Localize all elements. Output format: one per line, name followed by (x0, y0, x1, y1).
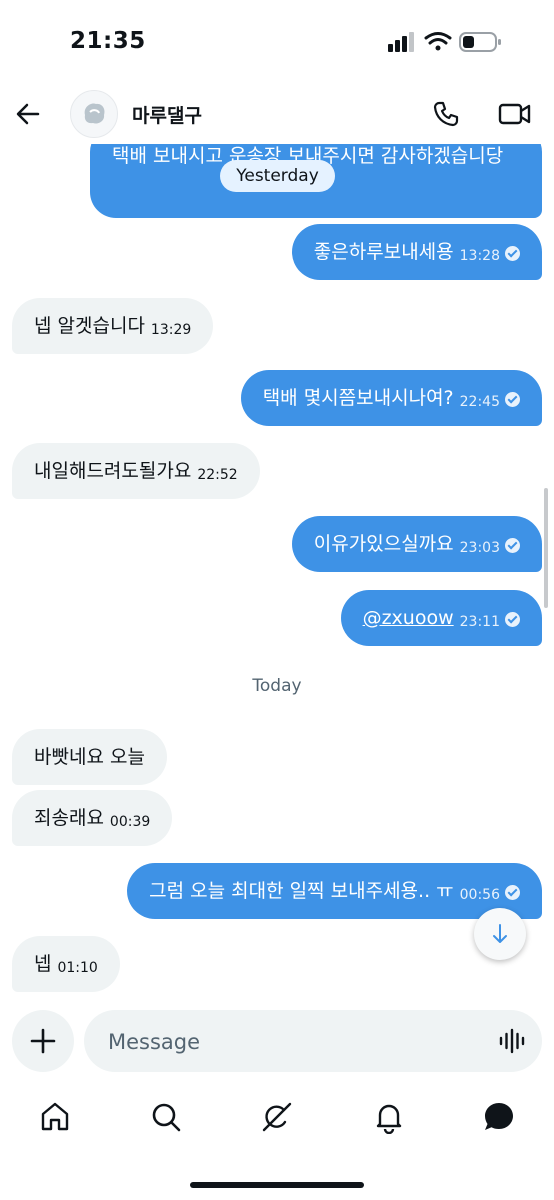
read-check-icon (505, 392, 520, 407)
battery-icon (459, 32, 501, 52)
mention-link[interactable]: @zxuoow (363, 607, 454, 629)
chat-header: 마루댈구 (0, 84, 554, 144)
video-call-icon[interactable] (498, 100, 532, 128)
message-bubble-incoming[interactable]: 죄송래요 00:39 (12, 790, 173, 846)
notifications-icon[interactable] (372, 1100, 406, 1134)
read-check-icon (505, 885, 520, 900)
message-time: 13:29 (150, 322, 192, 338)
grok-icon[interactable] (260, 1100, 294, 1134)
message-bubble-incoming[interactable]: 내일해드려도될가요 22:52 (12, 443, 260, 499)
contact-name[interactable]: 마루댈구 (132, 101, 202, 128)
message-text: 택배 몇시쯤보내시나여? (262, 387, 454, 409)
status-bar: 21:35 (0, 0, 554, 80)
back-arrow-icon[interactable] (14, 100, 42, 128)
home-indicator (0, 1150, 554, 1200)
message-text: 넵 알겟습니다 (34, 315, 145, 337)
message-text: 그럼 오늘 최대한 일찍 보내주세용.. ㅠ (149, 880, 454, 902)
cellular-signal-icon (388, 32, 414, 52)
message-text: 바빳네요 오늘 (34, 746, 145, 768)
message-bubble-outgoing[interactable]: 이유가있으실까요 23:03 (291, 516, 542, 572)
read-check-icon (505, 538, 520, 553)
message-time: 22:45 (459, 394, 500, 410)
message-time: 22:52 (197, 467, 238, 483)
message-list[interactable]: 택배 보내시고 운송장 보내주시면 감사하겠습니당 Yesterday 좋은하루… (0, 144, 554, 1000)
status-time: 21:35 (70, 28, 146, 54)
scrollbar[interactable] (544, 488, 548, 608)
phone-call-icon[interactable] (432, 100, 460, 128)
plus-icon (30, 1028, 56, 1054)
contact-avatar[interactable] (70, 90, 118, 138)
message-composer (0, 1006, 554, 1076)
message-bubble-outgoing[interactable]: 택배 몇시쯤보내시나여? 22:45 (240, 370, 542, 426)
read-check-icon (505, 612, 520, 627)
voice-message-icon[interactable] (498, 1027, 526, 1055)
search-icon[interactable] (149, 1100, 183, 1134)
home-bar[interactable] (190, 1182, 364, 1188)
status-icons (388, 30, 508, 58)
message-text: 이유가있으실까요 (313, 533, 454, 555)
message-time: 00:56 (459, 887, 500, 903)
bottom-navigation (0, 1086, 554, 1150)
add-attachment-button[interactable] (12, 1010, 74, 1072)
message-time: 23:11 (459, 614, 500, 630)
message-input[interactable] (106, 1010, 490, 1074)
message-time: 01:10 (57, 960, 98, 976)
message-bubble-incoming[interactable]: 넵 01:10 (12, 936, 120, 992)
arrow-down-icon (493, 924, 507, 943)
message-text: 좋은하루보내세용 (313, 241, 454, 263)
home-icon[interactable] (38, 1100, 72, 1134)
date-separator-today: Today (252, 676, 302, 696)
message-bubble-incoming[interactable]: 바빳네요 오늘 (12, 729, 167, 785)
message-time: 00:39 (109, 814, 151, 830)
message-time: 23:03 (459, 540, 500, 556)
message-text: 죄송래요 (34, 807, 104, 829)
messages-icon[interactable] (482, 1100, 516, 1134)
wifi-icon (424, 32, 452, 51)
message-bubble-incoming[interactable]: 넵 알겟습니다 13:29 (12, 298, 214, 354)
message-input-container (84, 1010, 542, 1074)
message-text: 넵 (34, 953, 52, 975)
message-bubble-outgoing[interactable]: @zxuoow 23:11 (340, 590, 542, 646)
message-text: 내일해드려도될가요 (34, 460, 192, 482)
read-check-icon (505, 246, 520, 261)
avatar-image-icon (84, 103, 105, 124)
scroll-to-bottom-button[interactable] (474, 908, 526, 960)
message-bubble-outgoing[interactable]: 좋은하루보내세용 13:28 (291, 224, 542, 280)
message-time: 13:28 (459, 248, 500, 264)
date-separator-yesterday: Yesterday (220, 160, 335, 192)
